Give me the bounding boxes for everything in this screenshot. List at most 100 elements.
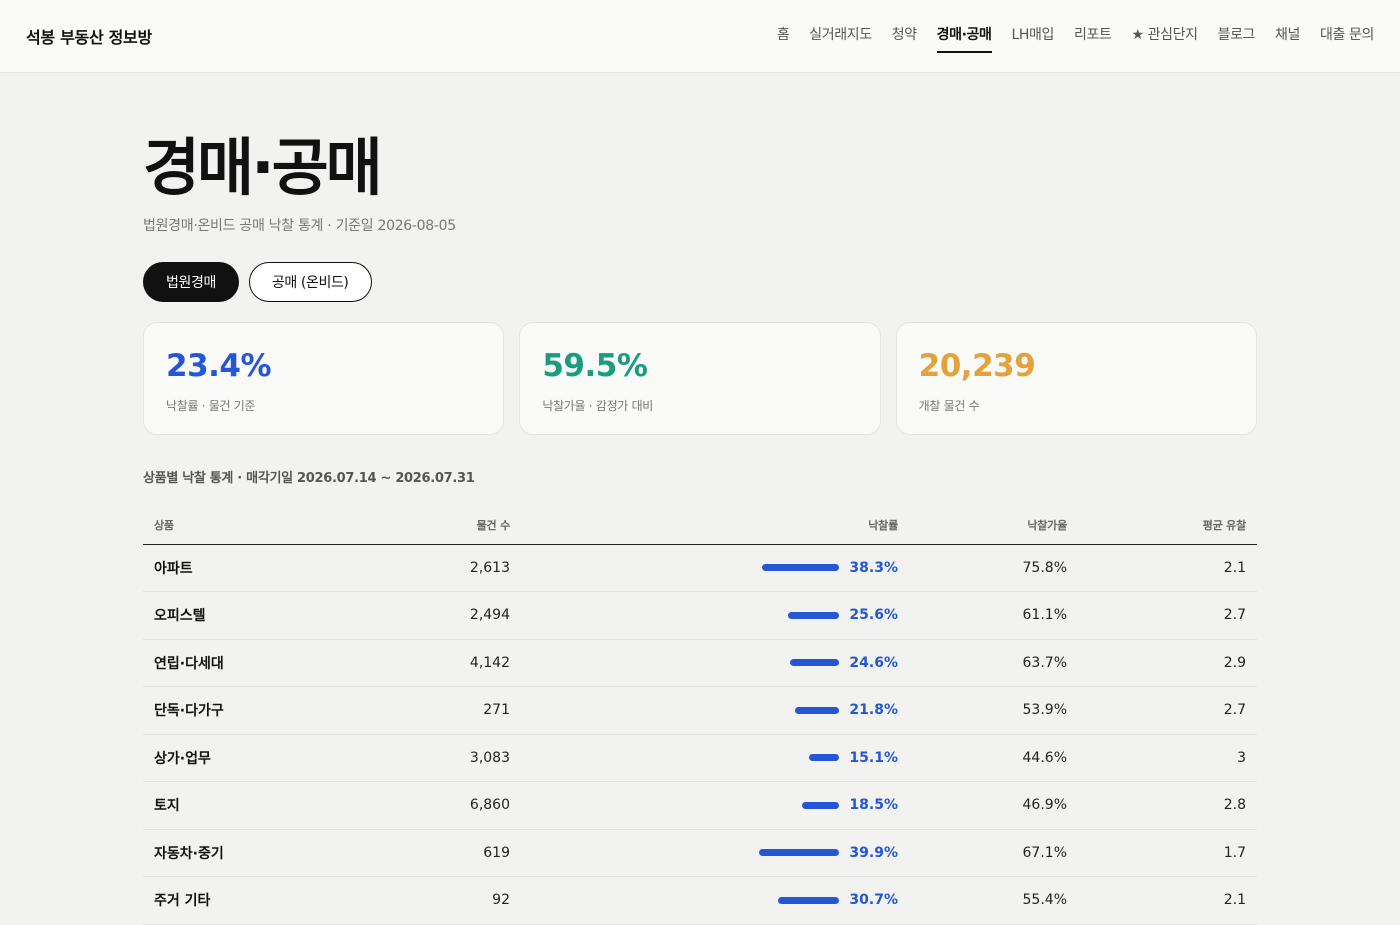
- section-title: 상품별 낙찰 통계 · 매각기일 2026.07.14 ~ 2026.07.31: [143, 471, 475, 486]
- row-win-rate: 39.9%: [521, 829, 909, 877]
- row-price-ratio: 75.8%: [909, 544, 1078, 592]
- nav-item-2[interactable]: 청약: [892, 24, 917, 51]
- win-rate-bar: [808, 754, 839, 762]
- win-rate-cell: 21.8%: [532, 702, 898, 718]
- win-rate-bar: [789, 659, 839, 667]
- row-win-rate: 38.3%: [521, 544, 909, 592]
- main-nav: 홈 실거래지도 청약 경매·공매 LH매입 리포트 ★ 관심단지 블로그 채널 대출 문의: [777, 24, 1374, 53]
- row-win-rate: 18.5%: [521, 781, 909, 830]
- win-rate-cell: 15.1%: [532, 750, 898, 766]
- win-rate-cell: 30.7%: [532, 892, 898, 908]
- tab-public-auction[interactable]: 공매 (온비드): [248, 262, 372, 302]
- row-price-ratio: 55.4%: [909, 876, 1078, 925]
- row-price-ratio: 67.1%: [909, 829, 1078, 877]
- page-title: 경매·공매: [143, 131, 383, 204]
- win-rate-bar: [795, 706, 839, 714]
- row-item-count: 6,860: [343, 781, 521, 830]
- stats-table: 상품 물건 수 낙찰률 낙찰가율 평균 유찰 아파트 2,613 38.3% 75.8…: [143, 506, 1257, 925]
- win-rate-value: 21.8%: [849, 702, 898, 719]
- nav-item-3[interactable]: 경매·공매: [936, 24, 992, 53]
- table-row[interactable]: 상가·업무 3,083 15.1% 44.6% 3: [143, 734, 1257, 782]
- row-win-rate: 30.7%: [521, 876, 909, 925]
- nav-item-1[interactable]: 실거래지도: [809, 24, 872, 51]
- win-rate-bar: [777, 896, 839, 904]
- win-rate-value: 18.5%: [849, 797, 898, 814]
- row-product-name: 자동차·중기: [143, 829, 343, 877]
- table-row[interactable]: 단독·다가구 271 21.8% 53.9% 2.7: [143, 686, 1257, 735]
- table-row[interactable]: 연립·다세대 4,142 24.6% 63.7% 2.9: [143, 639, 1257, 687]
- row-price-ratio: 46.9%: [909, 781, 1078, 830]
- row-win-rate: 24.6%: [521, 639, 909, 687]
- nav-item-4[interactable]: LH매입: [1012, 24, 1055, 51]
- win-rate-cell: 25.6%: [532, 607, 898, 623]
- win-rate-value: 39.9%: [849, 844, 898, 861]
- nav-item-0[interactable]: 홈: [777, 24, 790, 51]
- win-rate-cell: 24.6%: [532, 655, 898, 671]
- win-rate-value: 15.1%: [849, 749, 898, 766]
- nav-item-7[interactable]: 블로그: [1218, 24, 1256, 51]
- row-product-name: 상가·업무: [143, 734, 343, 782]
- nav-item-5[interactable]: 리포트: [1074, 24, 1112, 51]
- nav-item-8[interactable]: 채널: [1275, 24, 1300, 51]
- site-brand[interactable]: 석봉 부동산 정보방: [26, 24, 152, 48]
- row-product-name: 오피스텔: [143, 591, 343, 640]
- page-subtitle: 법원경매·온비드 공매 낙찰 통계 · 기준일 2026-08-05: [143, 218, 456, 234]
- header-win-rate[interactable]: 낙찰률: [521, 506, 909, 545]
- win-rate-value: 24.6%: [849, 654, 898, 671]
- row-win-rate: 21.8%: [521, 686, 909, 735]
- table-header-row: 상품 물건 수 낙찰률 낙찰가율 평균 유찰: [143, 506, 1257, 545]
- row-item-count: 2,494: [343, 591, 521, 640]
- win-rate-value: 38.3%: [849, 559, 898, 576]
- card-label: 낙찰률 · 물건 기준: [166, 399, 256, 413]
- row-win-rate: 25.6%: [521, 591, 909, 640]
- win-rate-cell: 18.5%: [532, 797, 898, 813]
- header-avg-fail[interactable]: 평균 유찰: [1078, 506, 1257, 545]
- nav-item-6[interactable]: ★ 관심단지: [1131, 24, 1198, 51]
- card-label: 낙찰가율 · 감정가 대비: [542, 399, 654, 413]
- win-rate-value: 25.6%: [849, 607, 898, 624]
- header-price-ratio[interactable]: 낙찰가율: [909, 506, 1078, 545]
- header-count[interactable]: 물건 수: [343, 506, 521, 545]
- nav-item-9[interactable]: 대출 문의: [1320, 24, 1374, 51]
- row-avg-fail: 3: [1078, 734, 1257, 782]
- row-avg-fail: 2.7: [1078, 686, 1257, 735]
- row-avg-fail: 2.7: [1078, 591, 1257, 640]
- table-row[interactable]: 오피스텔 2,494 25.6% 61.1% 2.7: [143, 591, 1257, 640]
- main-content: 경매·공매 법원경매·온비드 공매 낙찰 통계 · 기준일 2026-08-05…: [143, 73, 1257, 925]
- row-product-name: 단독·다가구: [143, 686, 343, 735]
- win-rate-value: 30.7%: [849, 892, 898, 909]
- win-rate-bar: [802, 801, 839, 809]
- price-ratio-card: 59.5% 낙찰가율 · 감정가 대비: [519, 322, 881, 435]
- row-avg-fail: 2.1: [1078, 544, 1257, 592]
- row-item-count: 3,083: [343, 734, 521, 782]
- row-product-name: 아파트: [143, 544, 343, 592]
- row-avg-fail: 1.7: [1078, 829, 1257, 877]
- tab-court-auction[interactable]: 법원경매: [143, 262, 239, 302]
- card-value: 59.5%: [542, 348, 648, 384]
- table-row[interactable]: 토지 6,860 18.5% 46.9% 2.8: [143, 781, 1257, 830]
- card-value: 23.4%: [166, 348, 272, 384]
- row-avg-fail: 2.1: [1078, 876, 1257, 925]
- table-row[interactable]: 자동차·중기 619 39.9% 67.1% 1.7: [143, 829, 1257, 877]
- row-price-ratio: 61.1%: [909, 591, 1078, 640]
- source-tabs: 법원경매 공매 (온비드): [143, 262, 1257, 302]
- win-rate-card: 23.4% 낙찰률 · 물건 기준: [143, 322, 505, 435]
- win-rate-bar: [762, 564, 839, 572]
- top-navigation-bar: 석봉 부동산 정보방 홈 실거래지도 청약 경매·공매 LH매입 리포트 ★ 관심단지 블로그…: [0, 0, 1400, 73]
- win-rate-bar: [787, 611, 839, 619]
- row-avg-fail: 2.9: [1078, 639, 1257, 687]
- row-item-count: 4,142: [343, 639, 521, 687]
- row-product-name: 토지: [143, 781, 343, 830]
- row-price-ratio: 53.9%: [909, 686, 1078, 735]
- row-item-count: 92: [343, 876, 521, 925]
- row-item-count: 619: [343, 829, 521, 877]
- row-avg-fail: 2.8: [1078, 781, 1257, 830]
- table-body: 아파트 2,613 38.3% 75.8% 2.1 오피스텔 2,494 25.6% 61.1%…: [143, 544, 1257, 925]
- win-rate-cell: 39.9%: [532, 845, 898, 861]
- header-product[interactable]: 상품: [143, 506, 343, 545]
- table-row[interactable]: 아파트 2,613 38.3% 75.8% 2.1: [143, 544, 1257, 592]
- summary-cards: 23.4% 낙찰률 · 물건 기준 59.5% 낙찰가율 · 감정가 대비 20,239…: [143, 322, 1257, 435]
- table-row[interactable]: 주거 기타 92 30.7% 55.4% 2.1: [143, 876, 1257, 925]
- item-count-card: 20,239 개찰 물건 수: [895, 322, 1257, 435]
- row-item-count: 2,613: [343, 544, 521, 592]
